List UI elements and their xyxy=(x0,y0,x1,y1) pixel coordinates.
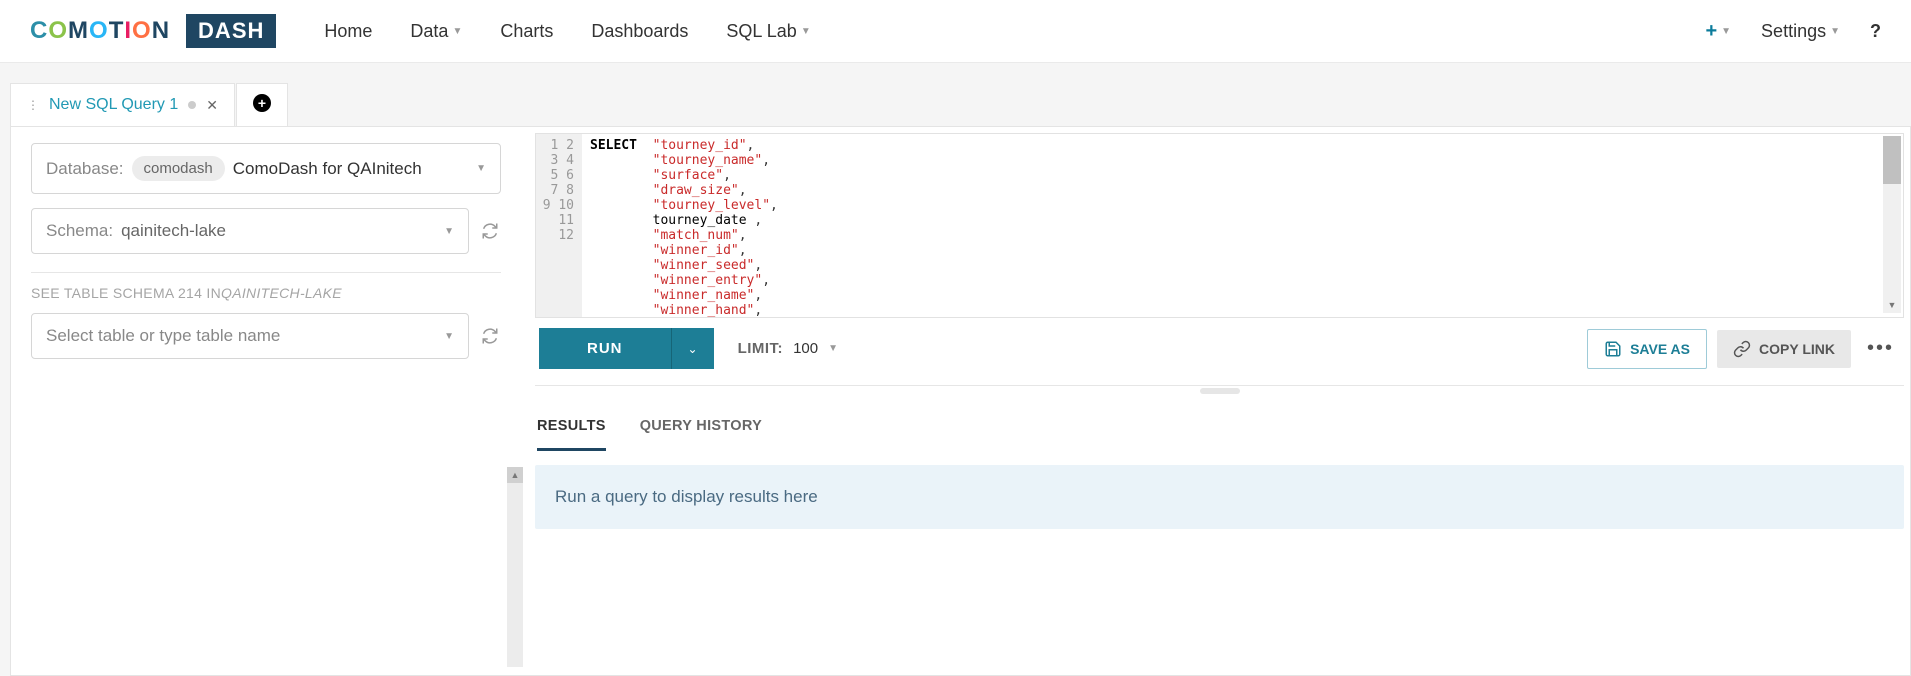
table-select[interactable]: Select table or type table name ▼ xyxy=(31,313,469,359)
copy-link-label: COPY LINK xyxy=(1759,341,1835,357)
chevron-down-icon: ▼ xyxy=(1721,26,1731,37)
database-chip: comodash xyxy=(132,156,225,181)
nav-dashboards[interactable]: Dashboards xyxy=(591,21,688,42)
plus-circle-icon: + xyxy=(253,94,271,112)
sql-editor[interactable]: 1 2 3 4 5 6 7 8 9 10 11 12 SELECT "tourn… xyxy=(535,133,1904,318)
divider xyxy=(31,272,501,273)
plus-icon: + xyxy=(1705,20,1717,43)
nav-home[interactable]: Home xyxy=(324,21,372,42)
main-nav: Home Data ▼ Charts Dashboards SQL Lab ▼ xyxy=(324,21,810,42)
link-icon xyxy=(1733,340,1751,358)
run-dropdown-button[interactable]: ⌄ xyxy=(672,328,714,369)
limit-control[interactable]: LIMIT: 100 ▼ xyxy=(738,340,838,357)
help-icon[interactable]: ? xyxy=(1870,21,1881,42)
chevron-down-icon: ▼ xyxy=(444,331,454,342)
database-label: Database: xyxy=(46,159,124,179)
close-icon[interactable]: ✕ xyxy=(206,97,218,114)
editor-pane: 1 2 3 4 5 6 7 8 9 10 11 12 SELECT "tourn… xyxy=(521,127,1910,675)
schema-label: Schema: xyxy=(46,221,113,241)
refresh-tables-button[interactable] xyxy=(479,325,501,347)
nav-settings[interactable]: Settings ▼ xyxy=(1761,21,1840,42)
results-body: Run a query to display results here xyxy=(535,465,1904,529)
header: COMOTION DASH Home Data ▼ Charts Dashboar… xyxy=(0,0,1911,63)
nav-sqllab[interactable]: SQL Lab ▼ xyxy=(726,21,810,42)
header-right: +▼ Settings▼ ? xyxy=(1705,20,1881,43)
schema-select[interactable]: Schema: qainitech-lake ▼ xyxy=(31,208,469,254)
database-name: ComoDash for QAInitech xyxy=(233,159,422,179)
schema-sidebar: Database: comodash ComoDash for QAInitec… xyxy=(11,127,521,675)
editor-toolbar: RUN ⌄ LIMIT: 100 ▼ SAVE AS COPY LINK xyxy=(535,318,1904,386)
limit-value: 100 xyxy=(793,340,818,357)
refresh-icon xyxy=(481,222,499,240)
more-menu-button[interactable]: ••• xyxy=(1861,337,1900,360)
copy-link-button[interactable]: COPY LINK xyxy=(1717,330,1851,368)
run-button-group: RUN ⌄ xyxy=(539,328,714,369)
table-placeholder: Select table or type table name xyxy=(46,326,280,346)
tab-results[interactable]: RESULTS xyxy=(537,418,606,451)
nav-sqllab-label: SQL Lab xyxy=(726,21,796,42)
chevron-down-icon: ⌄ xyxy=(688,342,698,356)
sql-editor-main: Database: comodash ComoDash for QAInitec… xyxy=(10,126,1911,676)
limit-label: LIMIT: xyxy=(738,340,784,357)
run-button[interactable]: RUN xyxy=(539,328,672,369)
chevron-down-icon: ▼ xyxy=(452,26,462,37)
chevron-down-icon: ▼ xyxy=(476,163,486,174)
refresh-icon xyxy=(481,327,499,345)
workspace: ⋮ New SQL Query 1 ✕ + Database: comodash… xyxy=(0,63,1911,676)
scroll-thumb[interactable] xyxy=(1883,136,1901,184)
chevron-down-icon: ▼ xyxy=(801,26,811,37)
scroll-down-icon[interactable]: ▼ xyxy=(1883,297,1901,313)
nav-data[interactable]: Data ▼ xyxy=(410,21,462,42)
app-logo[interactable]: COMOTION DASH xyxy=(30,14,276,48)
database-select[interactable]: Database: comodash ComoDash for QAInitec… xyxy=(31,143,501,194)
pane-resize-handle[interactable] xyxy=(1200,388,1240,394)
refresh-schema-button[interactable] xyxy=(479,220,501,242)
query-tab-active[interactable]: ⋮ New SQL Query 1 ✕ xyxy=(10,83,235,126)
add-tab-button[interactable]: + xyxy=(236,83,288,126)
drag-handle-icon[interactable]: ⋮ xyxy=(27,98,39,112)
nav-charts[interactable]: Charts xyxy=(500,21,553,42)
add-menu[interactable]: +▼ xyxy=(1705,20,1731,43)
sql-code[interactable]: SELECT "tourney_id", "tourney_name", "su… xyxy=(582,134,1903,317)
results-tabs: RESULTS QUERY HISTORY xyxy=(535,404,1904,451)
schema-value: qainitech-lake xyxy=(121,221,226,241)
line-gutter: 1 2 3 4 5 6 7 8 9 10 11 12 xyxy=(536,134,582,317)
save-as-button[interactable]: SAVE AS xyxy=(1587,329,1707,369)
chevron-down-icon: ▼ xyxy=(1830,26,1840,37)
chevron-down-icon: ▼ xyxy=(828,343,838,354)
tab-query-history[interactable]: QUERY HISTORY xyxy=(640,418,762,451)
results-placeholder: Run a query to display results here xyxy=(535,465,1904,529)
nav-data-label: Data xyxy=(410,21,448,42)
query-tabs: ⋮ New SQL Query 1 ✕ + xyxy=(10,83,1911,126)
chevron-down-icon: ▼ xyxy=(444,226,454,237)
nav-settings-label: Settings xyxy=(1761,21,1826,42)
status-dot-icon xyxy=(188,101,196,109)
query-tab-label: New SQL Query 1 xyxy=(49,96,178,114)
table-schema-hint: SEE TABLE SCHEMA 214 INQAINITECH-LAKE xyxy=(31,285,501,301)
save-as-label: SAVE AS xyxy=(1630,341,1690,357)
save-icon xyxy=(1604,340,1622,358)
editor-scrollbar[interactable]: ▲ ▼ xyxy=(1883,136,1901,313)
